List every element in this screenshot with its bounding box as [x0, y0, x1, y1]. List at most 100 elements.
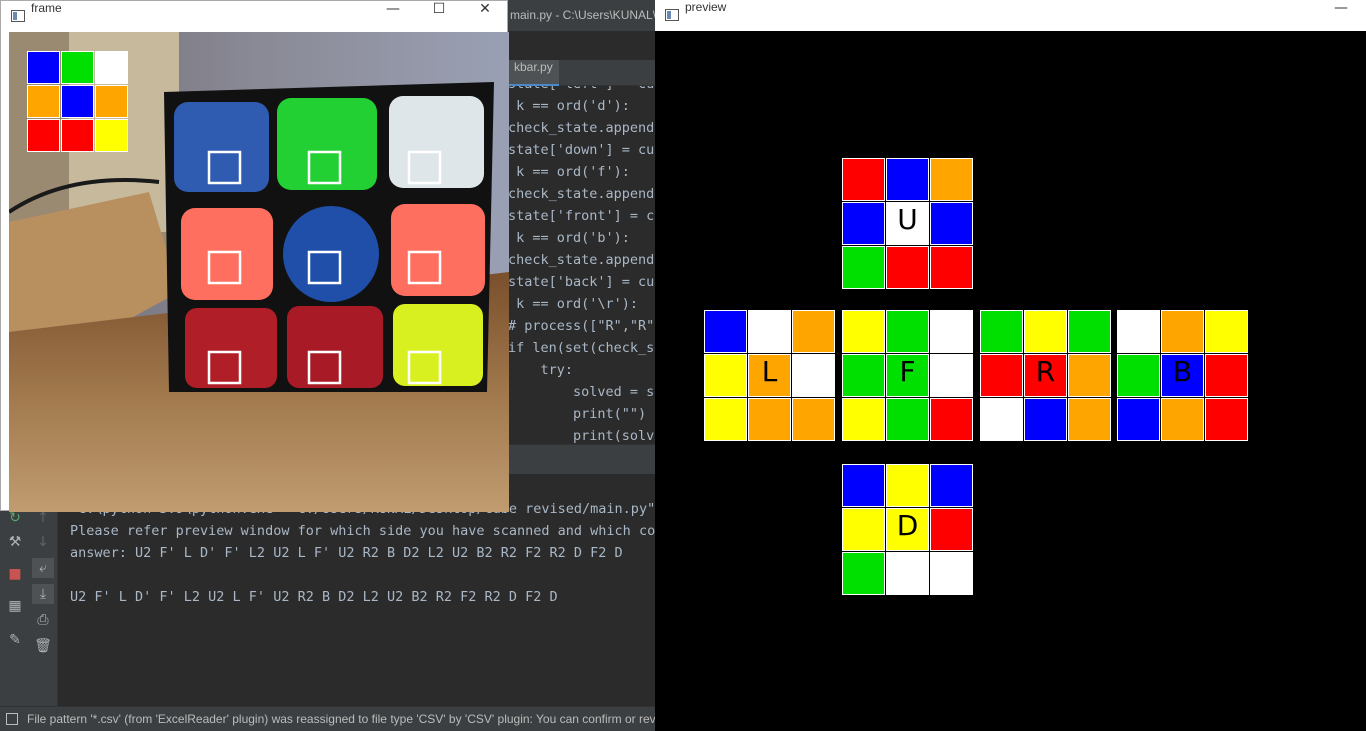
- face-label: D: [896, 509, 919, 542]
- sticker: [1117, 354, 1160, 397]
- minimize-button[interactable]: —: [370, 1, 416, 32]
- code-line: k == ord('\r'):: [508, 296, 639, 312]
- status-bar: File pattern '*.csv' (from 'ExcelReader'…: [0, 706, 656, 731]
- sticker: [1117, 398, 1160, 441]
- frame-titlebar[interactable]: frame — ☐ ✕: [1, 1, 507, 32]
- camera-feed: [9, 32, 509, 512]
- scroll-to-end-icon[interactable]: ⤓: [32, 584, 54, 604]
- sticker: [930, 398, 973, 441]
- sticker: [1161, 398, 1204, 441]
- code-line: k == ord('f'):: [508, 164, 630, 180]
- face-left: L: [704, 310, 837, 443]
- sticker: [792, 310, 835, 353]
- sticker: [930, 354, 973, 397]
- sticker: L: [748, 354, 791, 397]
- detected-color-cell: [27, 85, 60, 118]
- face-front: F: [842, 310, 975, 443]
- sticker: B: [1161, 354, 1204, 397]
- sticker: [842, 354, 885, 397]
- sticker: [792, 354, 835, 397]
- detected-color-cell: [95, 85, 128, 118]
- detected-color-cell: [27, 51, 60, 84]
- sticker: [1024, 310, 1067, 353]
- sticker: [748, 398, 791, 441]
- face-down: D: [842, 464, 975, 597]
- detected-color-cell: [95, 119, 128, 152]
- sticker: [842, 246, 885, 289]
- sticker: [842, 508, 885, 551]
- sticker: [748, 310, 791, 353]
- trash-icon[interactable]: 🗑: [32, 636, 54, 656]
- code-line: state['left'] = cur: [508, 86, 656, 98]
- stop-icon[interactable]: ■: [4, 564, 26, 584]
- sticker: [704, 398, 747, 441]
- sticker: [930, 202, 973, 245]
- wrench-icon[interactable]: ⚒: [4, 532, 26, 552]
- sticker: F: [886, 354, 929, 397]
- detected-color-cell: [61, 51, 94, 84]
- code-line: print(solve: [508, 428, 656, 444]
- sticker: [1205, 354, 1248, 397]
- preview-titlebar[interactable]: preview —: [655, 0, 1366, 31]
- minimize-button[interactable]: —: [1318, 0, 1364, 31]
- face-label: L: [761, 355, 778, 388]
- sticker: [1205, 398, 1248, 441]
- sticker: D: [886, 508, 929, 551]
- code-line: state['down'] = cur: [508, 142, 656, 158]
- layout-icon[interactable]: ▦: [4, 596, 26, 616]
- sticker: [980, 310, 1023, 353]
- frame-window: frame — ☐ ✕: [0, 0, 509, 512]
- code-line: print(""): [508, 406, 647, 422]
- status-message: File pattern '*.csv' (from 'ExcelReader'…: [27, 712, 656, 726]
- code-line: check_state.append(: [508, 120, 656, 136]
- sticker: [842, 202, 885, 245]
- detected-color-cell: [27, 119, 60, 152]
- sticker: [1068, 398, 1111, 441]
- code-line: # process(["R","R": [508, 318, 655, 334]
- code-line: k == ord('b'):: [508, 230, 630, 246]
- console-line: U2 F' L D' F' L2 U2 L F' U2 R2 B D2 L2 U…: [70, 589, 558, 605]
- sticker: [842, 398, 885, 441]
- sticker: [930, 310, 973, 353]
- sticker: [886, 398, 929, 441]
- editor-tab-bar: kbar.py: [508, 60, 656, 86]
- code-editor[interactable]: state['left'] = cur k == ord('d'): check_…: [508, 86, 656, 444]
- preview-window: preview — U L F R B D: [655, 0, 1366, 731]
- face-right: R: [980, 310, 1113, 443]
- sticker: [704, 354, 747, 397]
- sticker: [980, 398, 1023, 441]
- run-toolbar: ↻ ↑ ⚒ ↓ ■ ⤶ ⤓ ▦ ⎙ ✎ 🗑: [0, 500, 58, 706]
- detected-color-cell: [61, 85, 94, 118]
- sticker: [930, 552, 973, 595]
- event-log-icon[interactable]: [6, 713, 18, 725]
- sticker: [886, 464, 929, 507]
- sticker: [886, 552, 929, 595]
- code-line: state['back'] = cur: [508, 274, 656, 290]
- down-arrow-icon[interactable]: ↓: [32, 532, 54, 552]
- app-window-icon: [665, 9, 679, 21]
- code-line: if len(set(check_st: [508, 340, 656, 356]
- sticker: [930, 508, 973, 551]
- face-label: B: [1172, 355, 1193, 388]
- sticker: [886, 246, 929, 289]
- code-line: check_state.append(: [508, 252, 656, 268]
- code-line: try:: [508, 362, 574, 378]
- sticker: [886, 310, 929, 353]
- close-button[interactable]: ✕: [462, 1, 508, 32]
- maximize-button[interactable]: ☐: [416, 1, 462, 32]
- sticker: [1024, 398, 1067, 441]
- preview-title: preview: [685, 0, 727, 14]
- soft-wrap-icon[interactable]: ⤶: [32, 558, 54, 578]
- sticker: [1161, 310, 1204, 353]
- app-window-icon: [11, 10, 25, 22]
- face-label: R: [1035, 355, 1056, 388]
- detected-color-cell: [95, 51, 128, 84]
- console-line: answer: U2 F' L D' F' L2 U2 L F' U2 R2 B…: [70, 545, 623, 561]
- ide-title: main.py - C:\Users\KUNAL\: [508, 0, 656, 31]
- pin-icon[interactable]: ✎: [4, 630, 26, 650]
- run-console[interactable]: "C:\python 3.9\python.exe" "C:/Users/KUN…: [58, 500, 663, 706]
- editor-tab[interactable]: kbar.py: [508, 60, 559, 86]
- print-icon[interactable]: ⎙: [32, 610, 54, 630]
- sticker: [1117, 310, 1160, 353]
- sticker: [930, 464, 973, 507]
